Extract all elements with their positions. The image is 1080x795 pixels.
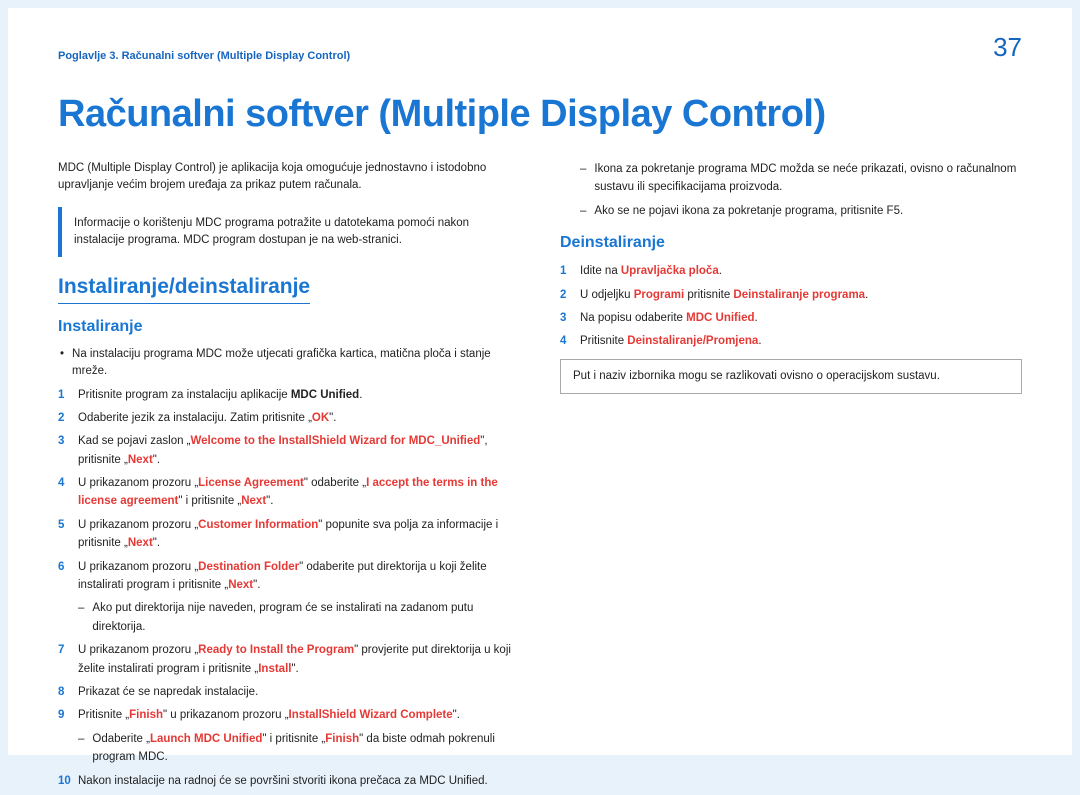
right-column: Ikona za pokretanje programa MDC možda s… bbox=[560, 160, 1022, 795]
install-step-9: 9 Pritisnite „Finish" u prikazanom prozo… bbox=[58, 706, 520, 724]
subsection-heading-install: Instaliranje bbox=[58, 318, 520, 336]
intro-text: MDC (Multiple Display Control) je aplika… bbox=[58, 160, 520, 195]
breadcrumb: Poglavlje 3. Računalni softver (Multiple… bbox=[58, 50, 350, 62]
install-step-9-sub: Odaberite „Launch MDC Unified" i pritisn… bbox=[78, 730, 520, 767]
install-step-5: 5 U prikazanom prozoru „Customer Informa… bbox=[58, 516, 520, 553]
install-step-8: 8 Prikazat će se napredak instalacije. bbox=[58, 683, 520, 701]
install-step-10: 10 Nakon instalacije na radnoj će se pov… bbox=[58, 772, 520, 790]
install-step-6: 6 U prikazanom prozoru „Destination Fold… bbox=[58, 558, 520, 595]
info-box: Informacije o korištenju MDC programa po… bbox=[58, 207, 520, 258]
right-sub-2: Ako se ne pojavi ikona za pokretanje pro… bbox=[580, 202, 1022, 220]
page-header: Poglavlje 3. Računalni softver (Multiple… bbox=[58, 32, 1022, 63]
install-step-7: 7 U prikazanom prozoru „Ready to Install… bbox=[58, 641, 520, 678]
uninstall-step-2: 2 U odjeljku Programi pritisnite Deinsta… bbox=[560, 286, 1022, 304]
note-box: Put i naziv izbornika mogu se razlikovat… bbox=[560, 359, 1022, 394]
install-step-4: 4 U prikazanom prozoru „License Agreemen… bbox=[58, 474, 520, 511]
install-step-6-sub: Ako put direktorija nije naveden, progra… bbox=[78, 599, 520, 636]
install-bullet: Na instalaciju programa MDC može utjecat… bbox=[58, 346, 520, 381]
subsection-heading-uninstall: Deinstaliranje bbox=[560, 234, 1022, 252]
content-columns: MDC (Multiple Display Control) je aplika… bbox=[58, 160, 1022, 795]
page-number: 37 bbox=[993, 32, 1022, 63]
install-step-1: 1 Pritisnite program za instalaciju apli… bbox=[58, 386, 520, 404]
right-sub-1: Ikona za pokretanje programa MDC možda s… bbox=[580, 160, 1022, 197]
page-title: Računalni softver (Multiple Display Cont… bbox=[58, 93, 1022, 136]
uninstall-step-3: 3 Na popisu odaberite MDC Unified. bbox=[560, 309, 1022, 327]
install-step-2: 2 Odaberite jezik za instalaciju. Zatim … bbox=[58, 409, 520, 427]
left-column: MDC (Multiple Display Control) je aplika… bbox=[58, 160, 520, 795]
section-heading-install-uninstall: Instaliranje/deinstaliranje bbox=[58, 275, 310, 304]
uninstall-step-1: 1 Idite na Upravljačka ploča. bbox=[560, 262, 1022, 280]
document-page: Poglavlje 3. Računalni softver (Multiple… bbox=[8, 8, 1072, 755]
uninstall-step-4: 4 Pritisnite Deinstaliranje/Promjena. bbox=[560, 332, 1022, 350]
install-step-3: 3 Kad se pojavi zaslon „Welcome to the I… bbox=[58, 432, 520, 469]
